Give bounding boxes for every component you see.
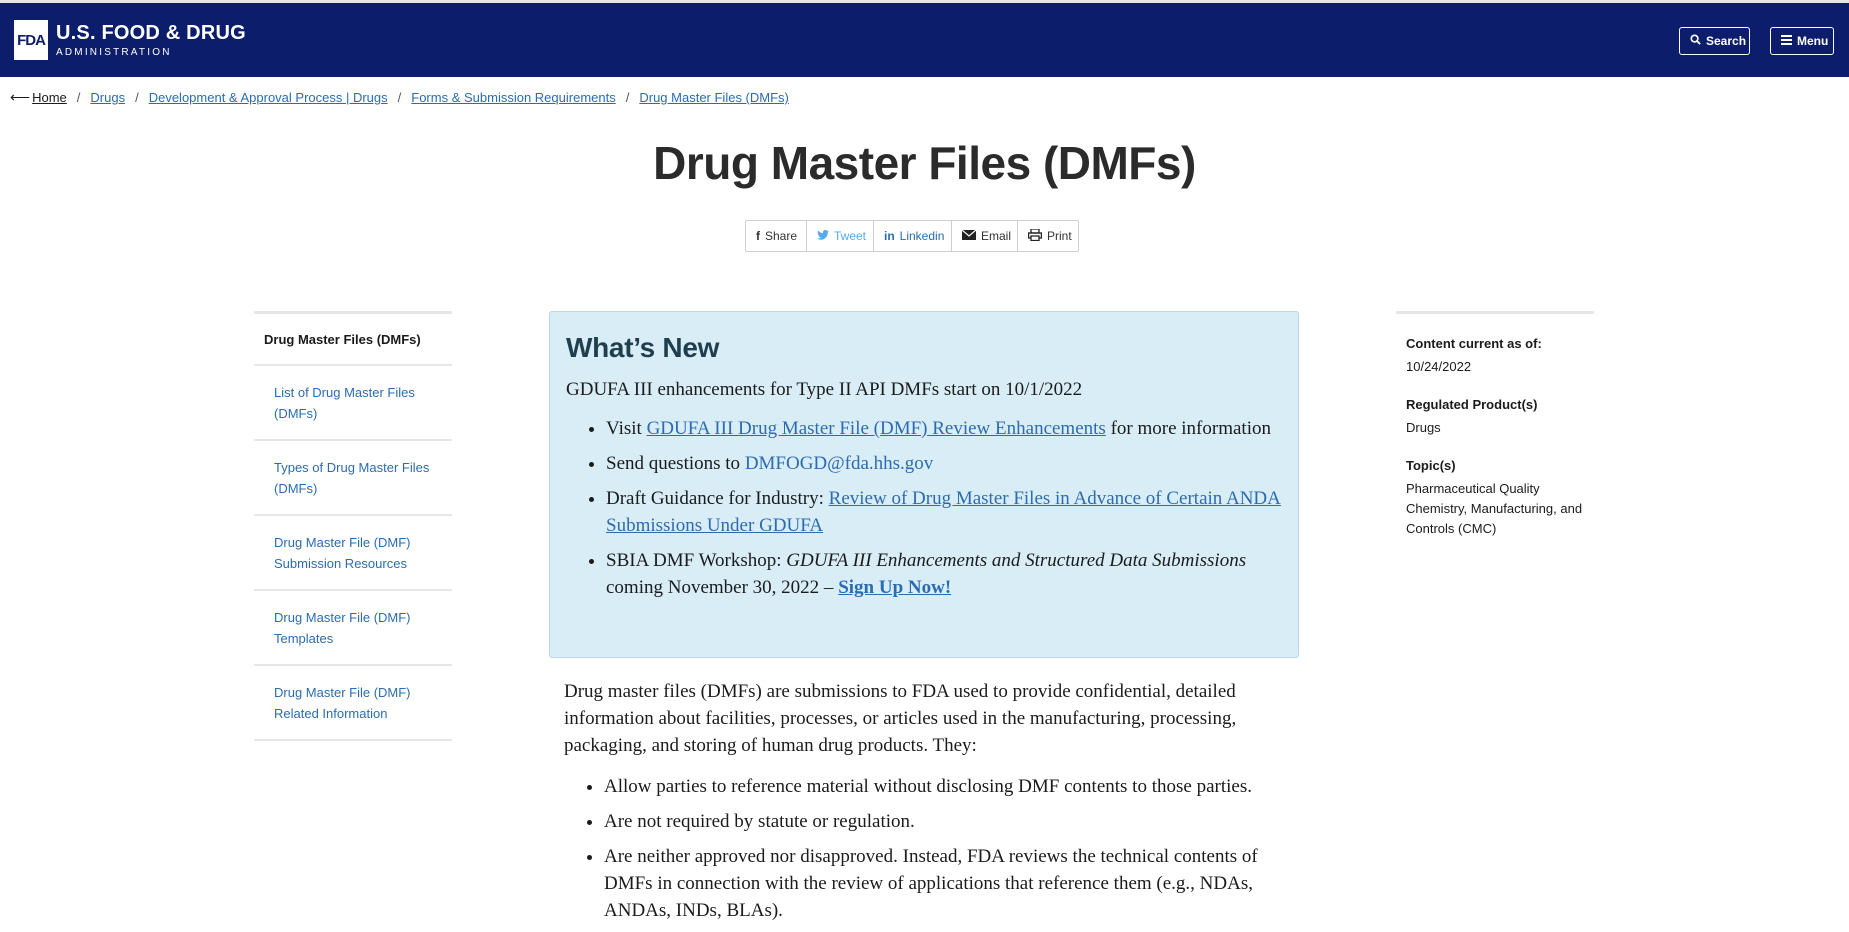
print-label: Print bbox=[1047, 229, 1072, 243]
topics-value: Pharmaceutical Quality Chemistry, Manufa… bbox=[1406, 481, 1583, 536]
breadcrumb: ⟵ Home / Drugs / Development & Approval … bbox=[10, 89, 789, 106]
main-content: Drug master files (DMFs) are submissions… bbox=[564, 678, 1294, 932]
topics-label: Topic(s) bbox=[1406, 458, 1456, 473]
breadcrumb-current[interactable]: Drug Master Files (DMFs) bbox=[639, 90, 789, 105]
breadcrumb-separator: / bbox=[76, 90, 81, 105]
intro-paragraph: Drug master files (DMFs) are submissions… bbox=[564, 681, 1237, 756]
list-item: Draft Guidance for Industry: Review of D… bbox=[606, 485, 1282, 539]
search-button[interactable]: Search bbox=[1679, 27, 1750, 55]
section-nav-heading[interactable]: Drug Master Files (DMFs) bbox=[254, 314, 452, 366]
list-item: SBIA DMF Workshop: GDUFA III Enhancement… bbox=[606, 547, 1282, 601]
nav-item-submission-resources[interactable]: Drug Master File (DMF) Submission Resour… bbox=[254, 516, 452, 591]
regulated-products-label: Regulated Product(s) bbox=[1406, 397, 1538, 412]
content-current-date: 10/24/2022 bbox=[1406, 359, 1472, 374]
breadcrumb-home[interactable]: Home bbox=[32, 90, 67, 105]
email-link[interactable]: DMFOGD@fda.hhs.gov bbox=[745, 453, 934, 474]
breadcrumb-separator: / bbox=[625, 90, 630, 105]
breadcrumb-separator: / bbox=[135, 90, 139, 105]
logo-line-1: U.S. FOOD & DRUG bbox=[56, 21, 246, 44]
tweet-button[interactable]: Tweet bbox=[807, 221, 874, 251]
share-facebook-button[interactable]: f Share bbox=[746, 221, 807, 251]
fda-logo-text: U.S. FOOD & DRUG ADMINISTRATION bbox=[56, 23, 246, 58]
breadcrumb-forms[interactable]: Forms & Submission Requirements bbox=[411, 90, 615, 105]
item-text: Draft Guidance for Industry: bbox=[606, 488, 829, 509]
whats-new-list: Visit GDUFA III Drug Master File (DMF) R… bbox=[566, 415, 1282, 601]
breadcrumb-development[interactable]: Development & Approval Process | Drugs bbox=[149, 90, 388, 105]
list-item: Are not required by statute or regulatio… bbox=[604, 808, 1294, 835]
nav-item-types-of-dmfs[interactable]: Types of Drug Master Files (DMFs) bbox=[254, 441, 452, 516]
item-text: Send questions to bbox=[606, 453, 745, 474]
breadcrumb-drugs[interactable]: Drugs bbox=[90, 90, 125, 105]
linkedin-icon: in bbox=[884, 229, 895, 243]
share-label: Share bbox=[765, 229, 798, 243]
list-item: Visit GDUFA III Drug Master File (DMF) R… bbox=[606, 415, 1282, 442]
whats-new-intro: GDUFA III enhancements for Type II API D… bbox=[566, 379, 1083, 400]
back-arrow-icon: ⟵ bbox=[10, 89, 31, 105]
workshop-title: GDUFA III Enhancements and Structured Da… bbox=[786, 550, 1247, 571]
regulated-products-value: Drugs bbox=[1406, 420, 1441, 435]
content-current-label: Content current as of: bbox=[1406, 336, 1542, 351]
linkedin-button[interactable]: in Linkedin bbox=[874, 221, 952, 251]
breadcrumb-separator: / bbox=[397, 90, 402, 105]
menu-button[interactable]: Menu bbox=[1770, 27, 1834, 55]
section-nav: Drug Master Files (DMFs) List of Drug Ma… bbox=[254, 311, 452, 741]
dmf-characteristics-list: Allow parties to reference material with… bbox=[564, 773, 1294, 924]
item-text: coming November 30, 2022 – bbox=[606, 577, 839, 598]
fda-logo[interactable]: FDA U.S. FOOD & DRUG ADMINISTRATION bbox=[14, 19, 246, 61]
list-item: Are neither approved nor disapproved. In… bbox=[604, 843, 1294, 924]
email-label: Email bbox=[981, 229, 1012, 243]
list-item: Send questions to DMFOGD@fda.hhs.gov bbox=[606, 450, 1282, 477]
item-text: for more information bbox=[1105, 418, 1271, 439]
envelope-icon bbox=[961, 229, 977, 243]
item-text: Visit bbox=[606, 418, 647, 439]
facebook-icon: f bbox=[756, 229, 760, 243]
twitter-icon bbox=[817, 229, 829, 243]
list-item: Allow parties to reference material with… bbox=[604, 773, 1294, 800]
menu-label: Menu bbox=[1797, 34, 1829, 48]
sign-up-link[interactable]: Sign Up Now! bbox=[838, 577, 951, 598]
gdufa-review-enhancements-link[interactable]: GDUFA III Drug Master File (DMF) Review … bbox=[647, 418, 1106, 439]
tweet-label: Tweet bbox=[834, 229, 867, 243]
nav-item-list-of-dmfs[interactable]: List of Drug Master Files (DMFs) bbox=[254, 366, 452, 441]
item-text: SBIA DMF Workshop: bbox=[606, 550, 787, 571]
whats-new-panel: What’s New GDUFA III enhancements for Ty… bbox=[549, 311, 1299, 658]
page-metadata: Content current as of: 10/24/2022 Regula… bbox=[1396, 311, 1594, 559]
site-header: FDA U.S. FOOD & DRUG ADMINISTRATION Sear… bbox=[0, 3, 1849, 77]
share-bar: f Share Tweet in Linkedin Email Print bbox=[745, 220, 1079, 252]
whats-new-title: What’s New bbox=[566, 332, 720, 363]
logo-line-2: ADMINISTRATION bbox=[56, 46, 172, 58]
email-button[interactable]: Email bbox=[952, 221, 1018, 251]
search-icon bbox=[1690, 34, 1701, 48]
nav-item-related-information[interactable]: Drug Master File (DMF) Related Informati… bbox=[254, 666, 452, 741]
fda-logo-mark: FDA bbox=[14, 20, 48, 60]
nav-item-templates[interactable]: Drug Master File (DMF) Templates bbox=[254, 591, 452, 666]
printer-icon bbox=[1027, 227, 1043, 244]
hamburger-icon bbox=[1781, 34, 1792, 48]
linkedin-label: Linkedin bbox=[899, 229, 945, 243]
page-title: Drug Master Files (DMFs) bbox=[653, 137, 1196, 189]
print-button[interactable]: Print bbox=[1018, 221, 1078, 251]
search-label: Search bbox=[1706, 34, 1747, 48]
